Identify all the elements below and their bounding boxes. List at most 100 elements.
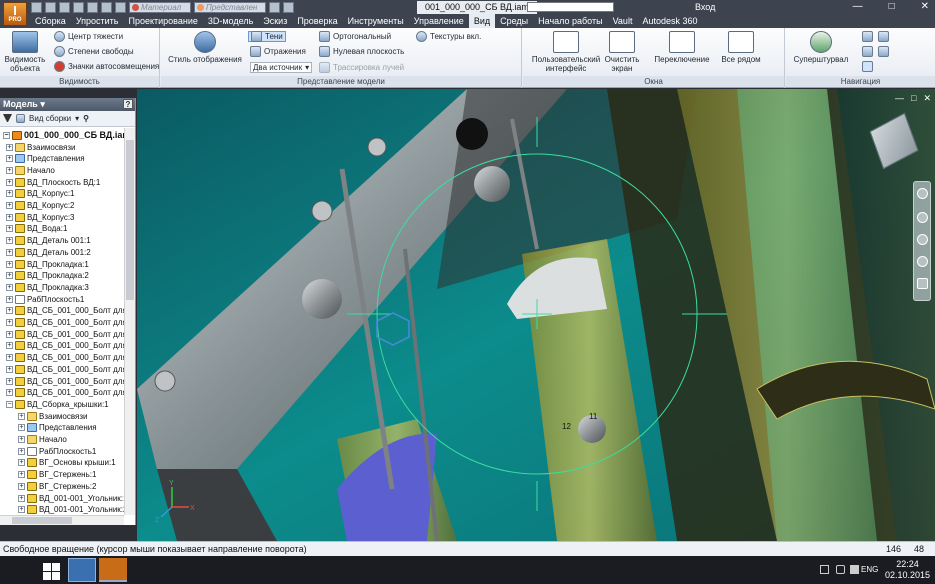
expand-icon[interactable]: + [18, 494, 25, 502]
pan-icon[interactable] [862, 31, 873, 42]
notification-icon[interactable] [850, 565, 859, 574]
close-button[interactable]: ✕ [921, 1, 929, 13]
object-visibility-button[interactable]: Видимость объекта [3, 31, 47, 73]
orbit-nav-icon[interactable] [917, 256, 928, 267]
expand-icon[interactable]: + [6, 295, 13, 303]
tab-10[interactable]: Начало работы [533, 14, 607, 28]
steering-wheel-button[interactable]: Суперштурвал [790, 31, 852, 64]
tree-item[interactable]: + ВД_СБ_001_000_Болт для со [6, 340, 124, 352]
auto-icons-button[interactable]: Значки автосовмещения [54, 61, 159, 72]
expand-icon[interactable]: + [18, 482, 25, 490]
material-select[interactable]: Материал [129, 1, 191, 13]
expand-icon[interactable]: + [18, 471, 25, 479]
browser-vertical-scrollbar[interactable] [124, 128, 135, 515]
expand-icon[interactable]: + [6, 283, 13, 291]
start-button[interactable] [36, 558, 64, 582]
expand-icon[interactable]: + [6, 178, 13, 186]
expand-icon[interactable]: + [18, 447, 25, 455]
expand-icon[interactable]: + [6, 248, 13, 256]
language-indicator[interactable]: ENG [861, 565, 878, 574]
tree-item[interactable]: + РабПлоскость1 [18, 445, 96, 457]
browser-view-select[interactable]: Вид сборки [29, 114, 71, 123]
tree-item[interactable]: + ВД_Деталь 001:1 [6, 235, 91, 247]
clock[interactable]: 22:24 02.10.2015 [885, 559, 930, 581]
tab-7[interactable]: Управление [409, 14, 469, 28]
tab-5[interactable]: Проверка [292, 14, 342, 28]
tab-6[interactable]: Инструменты [343, 14, 409, 28]
expand-icon[interactable]: + [6, 237, 13, 245]
reflections-button[interactable]: Отражения [250, 46, 306, 57]
expand-icon[interactable]: + [6, 330, 13, 338]
visual-style-button[interactable]: Стиль отображения [167, 31, 243, 64]
look-at-nav-icon[interactable] [917, 278, 928, 289]
textures-button[interactable]: Текстуры вкл. [416, 31, 481, 42]
browser-header[interactable]: Модель ▾? [0, 98, 135, 111]
home-icon[interactable] [101, 1, 112, 13]
tree-item[interactable]: + ВД_СБ_001_000_Болт для со [6, 375, 124, 387]
tree-item[interactable]: + ВД_Плоскость ВД:1 [6, 176, 100, 188]
dof-button[interactable]: Степени свободы [54, 46, 134, 57]
expand-icon[interactable]: − [6, 400, 13, 408]
parameters-icon[interactable] [283, 1, 294, 13]
tree-item[interactable]: + ВД_Корпус:1 [6, 188, 75, 200]
tree-item[interactable]: + ВГ_Стержень:2 [18, 480, 96, 492]
tree-item[interactable]: + Представления [18, 422, 97, 434]
expand-icon[interactable]: + [6, 377, 13, 385]
select-icon[interactable] [115, 1, 126, 13]
expand-icon[interactable]: + [18, 412, 25, 420]
expand-icon[interactable]: + [18, 424, 25, 432]
tree-item[interactable]: + Начало [6, 164, 55, 176]
restore-view-button[interactable]: — [895, 93, 904, 104]
collapse-icon[interactable]: − [3, 131, 10, 139]
tree-item[interactable]: + ВД_001-001_Угольник:1 [18, 492, 124, 504]
scroll-thumb[interactable] [12, 517, 72, 524]
tab-3[interactable]: 3D-модель [203, 14, 258, 28]
tree-root[interactable]: − 001_000_000_СБ ВД.iam [3, 129, 124, 141]
tree-item[interactable]: + ВГ_Основы крыши:1 [18, 457, 116, 469]
tree-item[interactable]: + ВД_Вода:1 [6, 223, 67, 235]
tree-item[interactable]: + ВД_Прокладка:1 [6, 258, 89, 270]
binoculars-icon[interactable]: ⚲ [83, 114, 89, 123]
maximize-button[interactable]: □ [889, 1, 895, 13]
volume-icon[interactable] [836, 565, 845, 574]
steering-wheel-nav-icon[interactable] [917, 188, 928, 199]
expand-icon[interactable]: + [6, 213, 13, 221]
redo-icon[interactable] [87, 1, 98, 13]
tree-item[interactable]: + ВД_Деталь 001:2 [6, 246, 91, 258]
orthographic-button[interactable]: Ортогональный [319, 31, 391, 42]
expand-icon[interactable]: + [6, 260, 13, 268]
tree-item[interactable]: + ВД_Прокладка:3 [6, 281, 89, 293]
ground-plane-button[interactable]: Нулевая плоскость [319, 46, 404, 57]
expand-icon[interactable]: + [6, 166, 13, 174]
shadows-button[interactable]: Тени [248, 31, 286, 42]
clean-screen-button[interactable]: Очистить экран [603, 31, 641, 73]
network-icon[interactable] [820, 565, 829, 574]
tree-item[interactable]: + РабПлоскость1 [6, 293, 84, 305]
tree-item[interactable]: + ВГ_Стержень:1 [18, 469, 96, 481]
browser-horizontal-scrollbar[interactable] [0, 515, 124, 525]
undo-icon[interactable] [73, 1, 84, 13]
expand-icon[interactable]: + [6, 319, 13, 326]
maximize-view-button[interactable]: □ [911, 93, 916, 104]
expand-icon[interactable]: + [18, 436, 25, 443]
user-interface-button[interactable]: Пользовательский интерфейс [527, 31, 605, 73]
expand-icon[interactable]: + [6, 190, 13, 198]
tree-item[interactable]: + ВД_Корпус:3 [6, 211, 75, 223]
browser-help-button[interactable]: ? [123, 99, 133, 109]
taskbar-inventor-icon[interactable] [99, 558, 127, 582]
expand-icon[interactable]: + [6, 202, 13, 209]
tree-item[interactable]: + ВД_СБ_001_000_Болт для со [6, 363, 124, 375]
expand-icon[interactable]: + [6, 272, 13, 280]
lighting-select[interactable]: Два источник ▾ [250, 62, 313, 73]
expand-icon[interactable]: + [18, 506, 25, 514]
taskbar-app-1-icon[interactable] [68, 558, 96, 582]
new-icon[interactable] [31, 1, 42, 13]
tree-item[interactable]: + Начало [18, 434, 67, 446]
switch-window-button[interactable]: Переключение [650, 31, 714, 64]
tile-windows-button[interactable]: Все рядом [715, 31, 767, 64]
tab-0[interactable]: Сборка [30, 14, 71, 28]
pan-nav-icon[interactable] [917, 212, 928, 223]
expand-icon[interactable]: + [6, 143, 13, 151]
minimize-button[interactable]: — [853, 1, 863, 13]
sign-in-link[interactable]: Вход [695, 1, 715, 14]
